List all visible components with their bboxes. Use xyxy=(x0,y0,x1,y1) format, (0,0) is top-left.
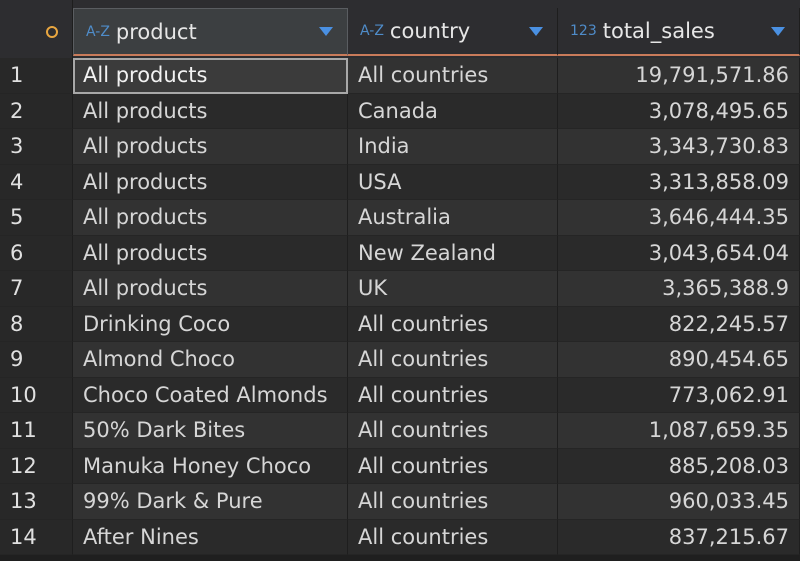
column-header-label: product xyxy=(115,19,197,44)
text-type-icon: A-Z xyxy=(86,23,110,40)
cell-country[interactable]: All countries xyxy=(348,342,558,378)
cell-total-sales[interactable]: 3,365,388.9 xyxy=(558,271,800,307)
cell-country[interactable]: Canada xyxy=(348,93,558,129)
number-type-icon: 123 xyxy=(570,23,597,39)
table-row[interactable]: 12 Manuka Honey Choco All countries 885,208… xyxy=(0,448,800,484)
cell-country[interactable]: New Zealand xyxy=(348,235,558,271)
cell-total-sales[interactable]: 19,791,571.86 xyxy=(558,58,800,94)
row-number[interactable]: 2 xyxy=(0,93,73,129)
cell-country[interactable]: All countries xyxy=(348,519,558,555)
row-number[interactable]: 5 xyxy=(0,200,73,236)
cell-product[interactable]: All products xyxy=(73,164,348,200)
row-number[interactable]: 14 xyxy=(0,519,73,555)
cell-product[interactable]: Almond Choco xyxy=(73,342,348,378)
cell-product[interactable]: All products xyxy=(73,93,348,129)
text-type-icon: A-Z xyxy=(360,23,384,39)
result-grid: A-Z product A-Z country 123 total_sales … xyxy=(0,0,800,561)
cell-product[interactable]: 50% Dark Bites xyxy=(73,413,348,449)
row-number[interactable]: 1 xyxy=(0,58,73,94)
select-all-corner[interactable] xyxy=(0,0,73,58)
grid-header: A-Z product A-Z country 123 total_sales xyxy=(0,0,800,59)
grid-body: 1 All products All countries 19,791,571.86 2… xyxy=(0,58,800,555)
table-row[interactable]: 9 Almond Choco All countries 890,454.65 xyxy=(0,342,800,378)
cell-product[interactable]: Choco Coated Almonds xyxy=(73,377,348,413)
cell-total-sales[interactable]: 837,215.67 xyxy=(558,519,800,555)
sort-dropdown-icon[interactable] xyxy=(319,27,333,36)
row-number[interactable]: 8 xyxy=(0,306,73,342)
cell-product[interactable]: After Nines xyxy=(73,519,348,555)
table-row[interactable]: 13 99% Dark & Pure All countries 960,033.45 xyxy=(0,484,800,520)
cell-country[interactable]: All countries xyxy=(348,448,558,484)
table-row[interactable]: 4 All products USA 3,313,858.09 xyxy=(0,164,800,200)
cell-country[interactable]: UK xyxy=(348,271,558,307)
cell-total-sales[interactable]: 3,646,444.35 xyxy=(558,200,800,236)
column-header-total-sales[interactable]: 123 total_sales xyxy=(558,8,800,56)
cell-total-sales[interactable]: 890,454.65 xyxy=(558,342,800,378)
cell-total-sales[interactable]: 3,043,654.04 xyxy=(558,235,800,271)
row-number[interactable]: 7 xyxy=(0,271,73,307)
cell-total-sales[interactable]: 3,313,858.09 xyxy=(558,164,800,200)
table-row[interactable]: 10 Choco Coated Almonds All countries 773,0… xyxy=(0,377,800,413)
table-row[interactable]: 14 After Nines All countries 837,215.67 xyxy=(0,519,800,555)
sort-dropdown-icon[interactable] xyxy=(529,26,543,36)
column-header-product[interactable]: A-Z product xyxy=(73,8,348,56)
row-number[interactable]: 9 xyxy=(0,342,73,378)
table-row[interactable]: 8 Drinking Coco All countries 822,245.57 xyxy=(0,306,800,342)
row-number[interactable]: 4 xyxy=(0,164,73,200)
cell-country[interactable]: Australia xyxy=(348,200,558,236)
cell-total-sales[interactable]: 822,245.57 xyxy=(558,306,800,342)
sort-dropdown-icon[interactable] xyxy=(771,26,785,36)
cell-total-sales[interactable]: 3,078,495.65 xyxy=(558,93,800,129)
cell-country[interactable]: All countries xyxy=(348,58,558,94)
cell-total-sales[interactable]: 885,208.03 xyxy=(558,448,800,484)
column-header-label: total_sales xyxy=(602,19,715,43)
cell-country[interactable]: USA xyxy=(348,164,558,200)
circle-icon xyxy=(46,26,58,38)
cell-product[interactable]: All products xyxy=(73,271,348,307)
cell-country[interactable]: India xyxy=(348,129,558,165)
cell-product[interactable]: All products xyxy=(73,129,348,165)
table-row[interactable]: 2 All products Canada 3,078,495.65 xyxy=(0,93,800,129)
table-row[interactable]: 11 50% Dark Bites All countries 1,087,659.3… xyxy=(0,413,800,449)
cell-country[interactable]: All countries xyxy=(348,413,558,449)
cell-country[interactable]: All countries xyxy=(348,484,558,520)
cell-product[interactable]: All products xyxy=(73,235,348,271)
column-header-country[interactable]: A-Z country xyxy=(348,8,558,56)
cell-country[interactable]: All countries xyxy=(348,377,558,413)
column-header-label: country xyxy=(389,19,471,43)
table-row[interactable]: 5 All products Australia 3,646,444.35 xyxy=(0,200,800,236)
row-number[interactable]: 6 xyxy=(0,235,73,271)
horizontal-scrollbar[interactable] xyxy=(0,555,800,561)
cell-total-sales[interactable]: 1,087,659.35 xyxy=(558,413,800,449)
cell-product[interactable]: All products xyxy=(73,200,348,236)
cell-product[interactable]: Manuka Honey Choco xyxy=(73,448,348,484)
row-number[interactable]: 11 xyxy=(0,413,73,449)
table-row[interactable]: 6 All products New Zealand 3,043,654.04 xyxy=(0,235,800,271)
row-number[interactable]: 3 xyxy=(0,129,73,165)
cell-product[interactable]: Drinking Coco xyxy=(73,306,348,342)
row-number[interactable]: 13 xyxy=(0,484,73,520)
cell-total-sales[interactable]: 3,343,730.83 xyxy=(558,129,800,165)
cell-product[interactable]: All products xyxy=(73,58,348,94)
row-number[interactable]: 12 xyxy=(0,448,73,484)
table-row[interactable]: 1 All products All countries 19,791,571.86 xyxy=(0,58,800,94)
table-row[interactable]: 3 All products India 3,343,730.83 xyxy=(0,129,800,165)
cell-country[interactable]: All countries xyxy=(348,306,558,342)
cell-product[interactable]: 99% Dark & Pure xyxy=(73,484,348,520)
cell-total-sales[interactable]: 773,062.91 xyxy=(558,377,800,413)
cell-total-sales[interactable]: 960,033.45 xyxy=(558,484,800,520)
table-row[interactable]: 7 All products UK 3,365,388.9 xyxy=(0,271,800,307)
row-number[interactable]: 10 xyxy=(0,377,73,413)
